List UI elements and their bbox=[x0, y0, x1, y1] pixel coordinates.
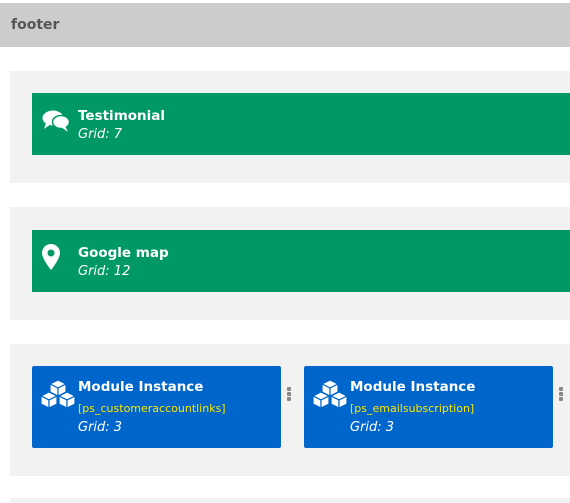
map-marker-icon bbox=[42, 244, 60, 270]
block-grid-size: Grid: 12 bbox=[78, 264, 131, 279]
layout-row-google-map: Google map Grid: 12 bbox=[10, 207, 570, 320]
block-title: Testimonial bbox=[78, 108, 166, 124]
module-instance-block[interactable]: Module Instance [ps_emailsubscription] G… bbox=[304, 366, 553, 448]
block-title: Module Instance bbox=[350, 379, 476, 395]
block-title: Google map bbox=[78, 245, 169, 261]
drag-handle-icon[interactable] bbox=[286, 387, 292, 403]
layout-row-partial bbox=[10, 498, 570, 503]
block-grid-size: Grid: 3 bbox=[350, 420, 395, 435]
google-map-block[interactable]: Google map Grid: 12 bbox=[32, 230, 570, 292]
section-header-footer: footer bbox=[0, 3, 570, 47]
block-grid-size: Grid: 7 bbox=[78, 127, 123, 142]
module-instance-block[interactable]: Module Instance [ps_customeraccountlinks… bbox=[32, 366, 281, 448]
block-grid-size: Grid: 3 bbox=[78, 420, 123, 435]
section-title: footer bbox=[11, 17, 60, 33]
layout-row-testimonial: Testimonial Grid: 7 bbox=[10, 71, 570, 183]
comments-icon bbox=[42, 110, 70, 132]
drag-handle-icon[interactable] bbox=[558, 387, 564, 403]
module-tag: [ps_customeraccountlinks] bbox=[78, 402, 226, 415]
layout-row-modules: Module Instance [ps_customeraccountlinks… bbox=[10, 344, 570, 476]
module-tag: [ps_emailsubscription] bbox=[350, 402, 475, 415]
block-title: Module Instance bbox=[78, 379, 204, 395]
cubes-icon bbox=[312, 379, 348, 409]
cubes-icon bbox=[40, 379, 76, 409]
testimonial-block[interactable]: Testimonial Grid: 7 bbox=[32, 93, 570, 155]
